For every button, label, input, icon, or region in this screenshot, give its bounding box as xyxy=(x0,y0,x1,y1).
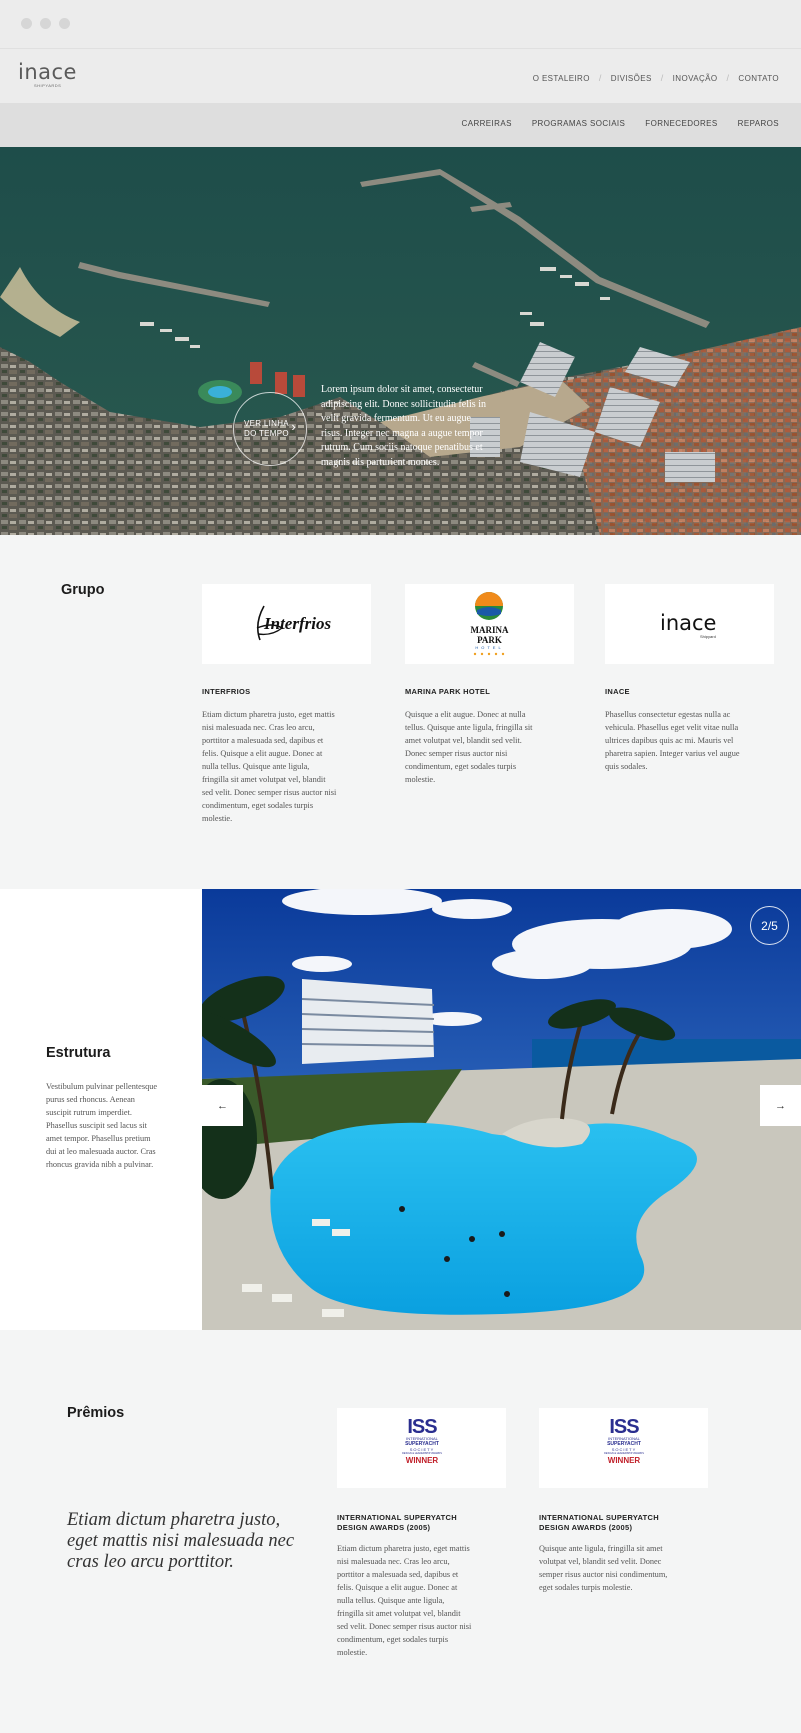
top-nav: O ESTALEIRO / DIVISÕES / INOVAÇÃO / CONT… xyxy=(533,73,779,83)
nav-inovacao[interactable]: INOVAÇÃO xyxy=(673,74,718,83)
site-logo[interactable]: inace SHIPYARDS xyxy=(18,61,77,88)
award-logo-box-2[interactable]: ISS INTERNATIONAL SUPERYACHT SOCIETY DES… xyxy=(539,1408,708,1488)
marina-park-logo-box[interactable]: MARINA PARK HOTEL xyxy=(405,584,574,664)
slide-next-button[interactable]: → xyxy=(760,1085,801,1126)
nav-separator: / xyxy=(726,73,730,83)
hero-section: VER LINHA DO TEMPO › Lorem ipsum dolor s… xyxy=(0,147,801,535)
timeline-label: VER LINHA DO TEMPO xyxy=(244,419,289,438)
subnav-reparos[interactable]: REPAROS xyxy=(738,119,779,128)
grupo-title: Grupo xyxy=(61,582,105,598)
estrutura-text: Vestibulum pulvinar pellentesque purus s… xyxy=(46,1082,158,1169)
resort-pool-photo xyxy=(202,889,801,1330)
award-title-2: INTERNATIONAL SUPERYATCH DESIGN AWARDS (… xyxy=(539,1513,659,1533)
award-title-1: INTERNATIONAL SUPERYATCH DESIGN AWARDS (… xyxy=(337,1513,457,1533)
sub-nav: CARREIRAS PROGRAMAS SOCIAIS FORNECEDORES… xyxy=(0,103,801,147)
premios-quote: Etiam dictum pharetra justo, eget mattis… xyxy=(67,1510,295,1572)
inace-logo-sub: Shipyard xyxy=(700,634,716,639)
chevron-right-icon: › xyxy=(291,419,296,434)
subnav-programas-sociais[interactable]: PROGRAMAS SOCIAIS xyxy=(532,119,625,128)
window-close-dot[interactable] xyxy=(21,18,32,29)
marina-logo-line3: HOTEL xyxy=(475,645,504,650)
interfrios-text: Etiam dictum pharetra justo, eget mattis… xyxy=(202,710,337,823)
iss-logo-2: ISS INTERNATIONAL SUPERYACHT SOCIETY DES… xyxy=(601,1416,647,1465)
iss-logo-mark: ISS xyxy=(407,1416,437,1438)
logo-wordmark: inace xyxy=(18,60,77,84)
marina-logo-line2: PARK xyxy=(477,635,502,645)
window-zoom-dot[interactable] xyxy=(59,18,70,29)
estrutura-title: Estrutura xyxy=(46,1045,111,1061)
grupo-section: Grupo Interfrios INTERFRIOS Etiam dictum… xyxy=(0,535,801,889)
marina-park-logo xyxy=(473,592,505,656)
award-text-2: Quisque ante ligula, fringilla sit amet … xyxy=(539,1544,668,1592)
site-header: inace SHIPYARDS O ESTALEIRO / DIVISÕES /… xyxy=(0,48,801,103)
marina-park-title: MARINA PARK HOTEL xyxy=(405,687,491,696)
hero-text: Lorem ipsum dolor sit amet, consectetur … xyxy=(321,384,486,468)
iss-logo-winner: WINNER xyxy=(607,1456,641,1465)
inace-text: Phasellus consectetur egestas nulla ac v… xyxy=(605,710,740,771)
interfrios-logo-text: Interfrios xyxy=(264,614,332,633)
iss-logo-winner: WINNER xyxy=(405,1456,439,1465)
nav-contato[interactable]: CONTATO xyxy=(738,74,779,83)
premios-title: Prêmios xyxy=(67,1405,125,1421)
marina-logo-line1: MARINA xyxy=(470,625,509,635)
award-text-1: Etiam dictum pharetra justo, eget mattis… xyxy=(337,1544,472,1657)
browser-chrome xyxy=(0,0,801,48)
nav-divisoes[interactable]: DIVISÕES xyxy=(611,74,652,83)
interfrios-logo-box[interactable]: Interfrios xyxy=(202,584,371,664)
marina-park-text: Quisque a elit augue. Donec at nulla tel… xyxy=(405,710,533,784)
slide-prev-button[interactable]: ← xyxy=(202,1085,243,1126)
timeline-button[interactable]: VER LINHA DO TEMPO › xyxy=(233,392,307,466)
window-minimize-dot[interactable] xyxy=(40,18,51,29)
iss-logo-mark: ISS xyxy=(609,1416,639,1438)
subnav-fornecedores[interactable]: FORNECEDORES xyxy=(645,119,717,128)
estrutura-section: Estrutura Vestibulum pulvinar pellentesq… xyxy=(0,889,801,1330)
award-title-line: INTERNATIONAL SUPERYATCH xyxy=(337,1513,457,1522)
hero-aerial-image xyxy=(0,147,801,535)
iss-logo-1: ISS INTERNATIONAL SUPERYACHT SOCIETY DES… xyxy=(399,1416,445,1465)
inace-logo-box[interactable]: inace Shipyard xyxy=(605,584,774,664)
award-title-line: DESIGN AWARDS (2005) xyxy=(539,1523,633,1532)
premios-section: Prêmios Etiam dictum pharetra justo, ege… xyxy=(0,1330,801,1733)
award-logo-box-1[interactable]: ISS INTERNATIONAL SUPERYACHT SOCIETY DES… xyxy=(337,1408,506,1488)
estrutura-slideshow[interactable]: 2/5 ← → xyxy=(202,889,801,1330)
inace-title: INACE xyxy=(605,687,630,696)
slide-counter: 2/5 xyxy=(750,906,789,945)
subnav-carreiras[interactable]: CARREIRAS xyxy=(462,119,512,128)
inace-logo-text: inace xyxy=(660,611,717,635)
arrow-right-icon: → xyxy=(775,1099,786,1112)
interfrios-title: INTERFRIOS xyxy=(202,687,251,696)
arrow-left-icon: ← xyxy=(217,1099,228,1112)
award-title-line: INTERNATIONAL SUPERYATCH xyxy=(539,1513,659,1522)
award-title-line: DESIGN AWARDS (2005) xyxy=(337,1523,431,1532)
nav-separator: / xyxy=(660,73,664,83)
nav-separator: / xyxy=(598,73,602,83)
nav-o-estaleiro[interactable]: O ESTALEIRO xyxy=(533,74,590,83)
